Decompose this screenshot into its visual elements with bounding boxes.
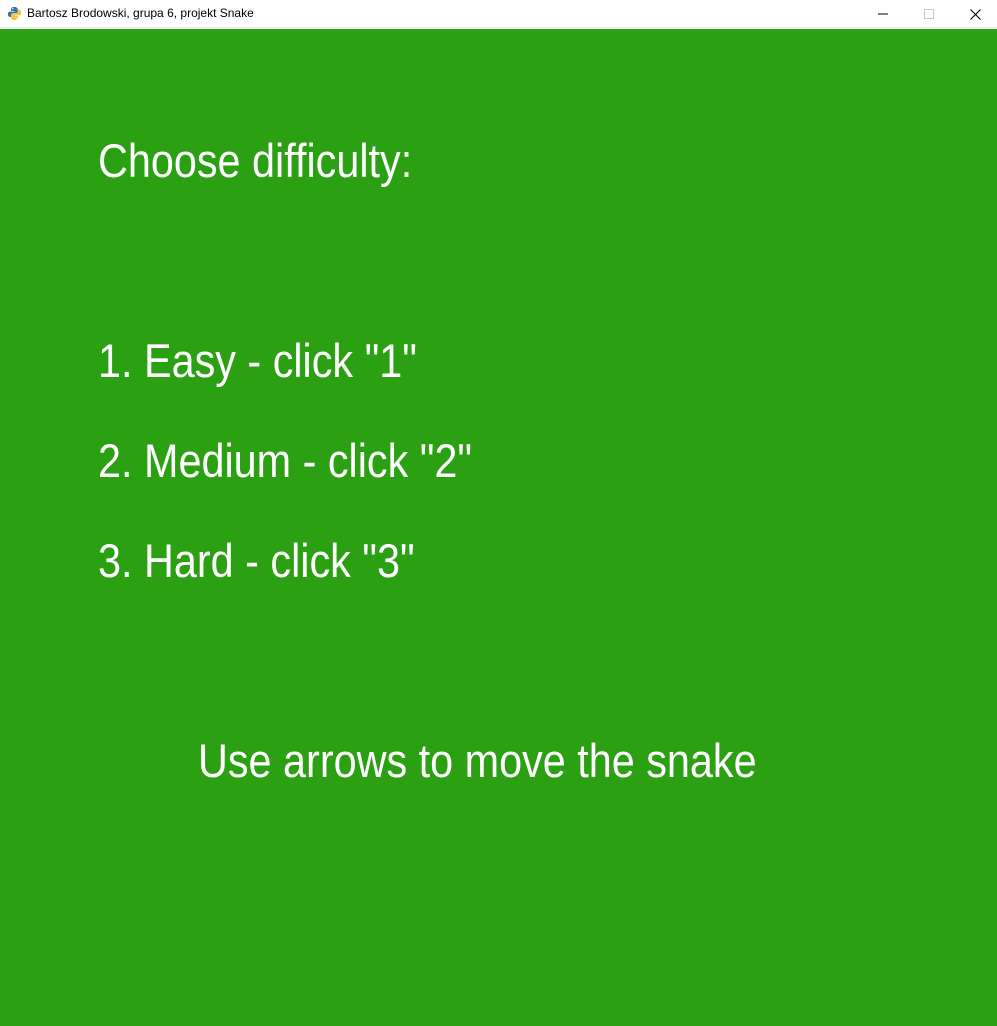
game-canvas[interactable]: Choose difficulty: 1. Easy - click "1" 2…	[0, 29, 997, 1026]
close-icon	[969, 8, 981, 20]
option-easy: 1. Easy - click "1"	[98, 334, 417, 387]
minimize-button[interactable]	[860, 0, 906, 28]
maximize-button[interactable]	[906, 0, 952, 28]
difficulty-heading: Choose difficulty:	[98, 134, 413, 187]
controls-hint: Use arrows to move the snake	[198, 734, 757, 787]
minimize-icon	[878, 9, 888, 19]
option-medium: 2. Medium - click "2"	[98, 434, 473, 487]
title-bar[interactable]: Bartosz Brodowski, grupa 6, projekt Snak…	[0, 0, 997, 28]
python-snake-icon	[7, 6, 22, 21]
option-hard: 3. Hard - click "3"	[98, 534, 415, 587]
window-title: Bartosz Brodowski, grupa 6, projekt Snak…	[27, 6, 254, 20]
maximize-icon	[924, 9, 934, 19]
close-button[interactable]	[952, 0, 997, 28]
game-window: Bartosz Brodowski, grupa 6, projekt Snak…	[0, 0, 997, 1026]
